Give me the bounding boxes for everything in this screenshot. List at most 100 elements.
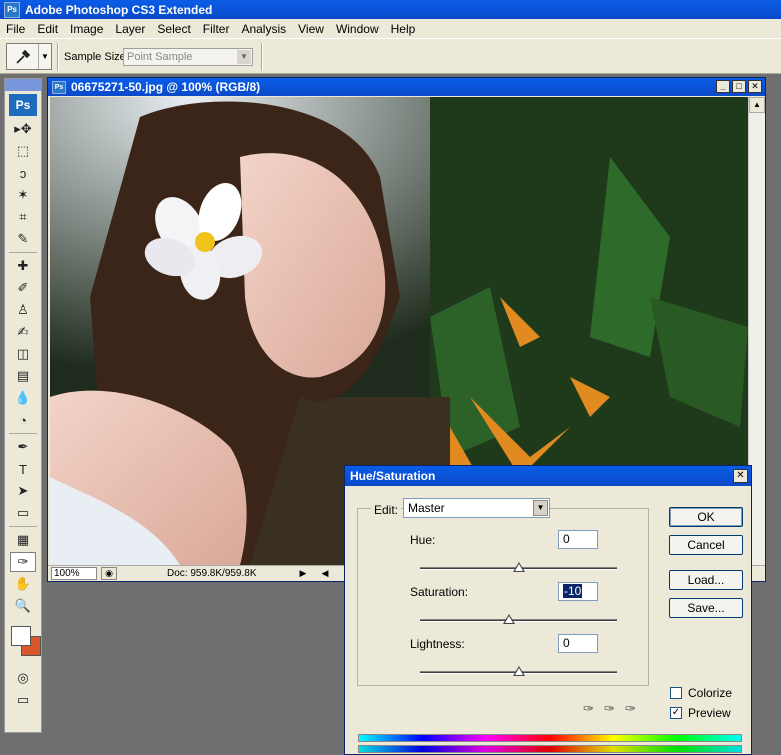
eraser-tool-icon[interactable]: ◫ [10,344,36,364]
eyedropper-plus-icon[interactable]: ✑ [604,701,615,717]
hue-slider-thumb[interactable] [512,562,525,572]
document-title-bar[interactable]: Ps 06675271-50.jpg @ 100% (RGB/8) _ □ ✕ [48,78,765,96]
maximize-button[interactable]: □ [732,80,746,93]
tool-preset-picker[interactable]: ▼ [6,43,52,70]
document-size-info: Doc: 959.8K/959.8K [167,568,257,579]
toolbox-grip[interactable] [5,79,41,91]
menu-layer[interactable]: Layer [109,22,151,36]
photoshop-logo[interactable]: Ps [9,94,37,116]
edit-label: Edit: [371,503,402,517]
hue-slider[interactable] [420,562,617,572]
colorize-label: Colorize [688,686,733,700]
saturation-slider[interactable] [420,614,617,624]
magic-wand-tool-icon[interactable]: ✶ [10,185,36,205]
menu-filter[interactable]: Filter [197,22,236,36]
app-title: Adobe Photoshop CS3 Extended [25,2,213,17]
minimize-button[interactable]: _ [716,80,730,93]
saturation-label: Saturation: [410,585,469,599]
edit-channel-select[interactable]: Master ▼ [403,498,550,518]
zoom-tool-icon[interactable]: 🔍 [10,596,36,616]
menu-image[interactable]: Image [64,22,109,36]
menu-help[interactable]: Help [385,22,422,36]
status-arrow-icon[interactable]: ▶ [297,568,309,579]
toolbox-divider [9,252,37,253]
options-divider [261,43,263,71]
saturation-value: -10 [563,584,583,598]
options-bar: ▼ Sample Size: Point Sample ▼ [0,38,781,74]
colorize-checkbox[interactable] [670,687,682,699]
hand-tool-icon[interactable]: ✋ [10,574,36,594]
blur-tool-icon[interactable]: 💧 [10,388,36,408]
hue-input[interactable]: 0 [558,530,598,549]
hue-label: Hue: [410,533,436,547]
notes-tool-icon[interactable]: ▦ [10,530,36,550]
quick-mask-icon[interactable]: ◎ [10,668,36,688]
eyedropper-icon[interactable]: ✑ [583,701,594,717]
save-button[interactable]: Save... [669,598,743,618]
slice-tool-icon[interactable]: ✎ [10,229,36,249]
scroll-up-icon[interactable]: ▲ [749,97,765,113]
healing-brush-tool-icon[interactable]: ✚ [10,256,36,276]
status-menu-icon[interactable]: ◉ [101,567,117,580]
photoshop-icon: Ps [52,80,66,94]
options-divider [57,43,59,71]
color-spectrum-bar [358,734,742,742]
dodge-tool-icon[interactable]: ◔ [10,410,36,430]
menu-select[interactable]: Select [151,22,196,36]
eyedropper-group: ✑ ✑ ✑ [583,701,636,717]
shape-tool-icon[interactable]: ▭ [10,503,36,523]
chevron-down-icon: ▼ [237,50,251,64]
eyedropper-minus-icon[interactable]: ✑ [625,701,636,717]
colorize-option[interactable]: Colorize [670,686,732,700]
lightness-slider[interactable] [420,666,617,676]
scroll-left-icon[interactable]: ◀ [319,568,331,579]
dialog-title: Hue/Saturation [350,469,436,483]
lightness-slider-thumb[interactable] [512,666,525,676]
move-tool-icon[interactable]: ▸✥ [10,119,36,139]
window-controls: _ □ ✕ [716,80,762,93]
dialog-title-bar[interactable]: Hue/Saturation ✕ [345,466,751,486]
sample-size-value: Point Sample [127,51,193,63]
menu-file[interactable]: File [0,22,31,36]
cancel-button[interactable]: Cancel [669,535,743,555]
sample-size-label: Sample Size: [64,51,129,63]
lightness-input[interactable]: 0 [558,634,598,653]
ok-button[interactable]: OK [669,507,743,527]
menu-analysis[interactable]: Analysis [235,22,292,36]
preview-option[interactable]: ✓ Preview [670,706,731,720]
adjusted-spectrum-bar [358,745,742,753]
sample-size-select[interactable]: Point Sample ▼ [123,48,253,66]
chevron-down-icon: ▼ [533,500,548,516]
type-tool-icon[interactable]: T [10,459,36,479]
menu-window[interactable]: Window [330,22,385,36]
hue-value: 0 [563,532,570,546]
path-selection-tool-icon[interactable]: ➤ [10,481,36,501]
close-button[interactable]: ✕ [748,80,762,93]
lightness-value: 0 [563,636,570,650]
eyedropper-tool-icon[interactable]: ✑ [10,552,36,572]
foreground-color-swatch[interactable] [11,626,31,646]
menu-edit[interactable]: Edit [31,22,64,36]
pen-tool-icon[interactable]: ✒ [10,437,36,457]
menu-view[interactable]: View [292,22,330,36]
brush-tool-icon[interactable]: ✐ [10,278,36,298]
toolbox-divider [9,526,37,527]
preview-checkbox[interactable]: ✓ [670,707,682,719]
lasso-tool-icon[interactable]: ↄ [10,163,36,183]
marquee-tool-icon[interactable]: ⬚ [10,141,36,161]
zoom-level-field[interactable]: 100% [51,567,97,580]
gradient-tool-icon[interactable]: ▤ [10,366,36,386]
clone-stamp-tool-icon[interactable]: ♙ [10,300,36,320]
saturation-slider-thumb[interactable] [502,614,515,624]
eyedropper-icon [7,44,39,69]
app-title-bar: Ps Adobe Photoshop CS3 Extended [0,0,781,19]
saturation-input[interactable]: -10 [558,582,598,601]
screen-mode-icon[interactable]: ▭ [10,690,36,710]
load-button[interactable]: Load... [669,570,743,590]
chevron-down-icon: ▼ [41,52,49,61]
close-button[interactable]: ✕ [733,469,748,483]
history-brush-tool-icon[interactable]: ✍ [10,322,36,342]
toolbox-divider [9,433,37,434]
toolbox: Ps ▸✥ ⬚ ↄ ✶ ⌗ ✎ ✚ ✐ ♙ ✍ ◫ ▤ 💧 ◔ ✒ T ➤ ▭ … [4,78,42,733]
crop-tool-icon[interactable]: ⌗ [10,207,36,227]
